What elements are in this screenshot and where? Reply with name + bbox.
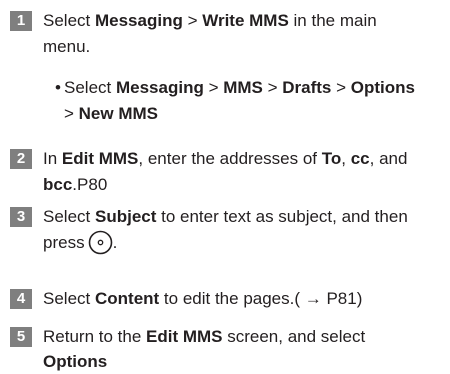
text-segment: , and bbox=[369, 149, 408, 168]
sub-text: Select Messaging > MMS > Drafts > Option… bbox=[64, 75, 444, 100]
menu-term: Drafts bbox=[282, 78, 332, 97]
step-text-line2: press . bbox=[43, 230, 443, 255]
step-text-line2: Options bbox=[43, 349, 443, 374]
menu-term: Edit MMS bbox=[61, 149, 139, 168]
text-segment: > bbox=[203, 78, 224, 97]
text-segment: in the main bbox=[288, 11, 377, 30]
text-segment: > bbox=[331, 78, 351, 97]
menu-term: Messaging bbox=[94, 11, 183, 30]
text-segment: Select bbox=[43, 11, 95, 30]
bullet-glyph: • bbox=[55, 78, 61, 97]
text-segment: to enter text as subject, and then bbox=[156, 207, 408, 226]
text-segment: Select bbox=[43, 289, 95, 308]
step-text: Select Messaging > Write MMS in the main bbox=[43, 8, 443, 33]
step-text-line2: menu. bbox=[43, 37, 91, 56]
step-text-line2: bcc.P80 bbox=[43, 172, 443, 197]
menu-term: New MMS bbox=[78, 104, 158, 123]
page-reference: .P80 bbox=[72, 175, 108, 194]
menu-term: MMS bbox=[223, 78, 263, 97]
menu-term: Options bbox=[43, 352, 108, 371]
step-number: 1 bbox=[10, 11, 32, 31]
step-number: 3 bbox=[10, 207, 32, 227]
text-segment: , bbox=[341, 149, 351, 168]
menu-term: To bbox=[321, 149, 342, 168]
text-segment: > bbox=[182, 11, 203, 30]
menu-term: Write MMS bbox=[202, 11, 289, 30]
text-segment: , enter the addresses of bbox=[138, 149, 322, 168]
text-segment: Select bbox=[64, 78, 116, 97]
menu-term: Options bbox=[350, 78, 415, 97]
text-segment: Select bbox=[43, 207, 95, 226]
menu-term: Content bbox=[94, 289, 160, 308]
text-segment: > bbox=[64, 104, 79, 123]
step-number: 2 bbox=[10, 149, 32, 169]
step-text: Select Content to edit the pages.( → P81… bbox=[43, 286, 443, 311]
text-segment: In bbox=[43, 149, 62, 168]
text-segment: press bbox=[43, 233, 85, 252]
menu-term: Subject bbox=[94, 207, 157, 226]
menu-term: bcc bbox=[43, 175, 73, 194]
step-number: 4 bbox=[10, 289, 32, 309]
menu-term: Messaging bbox=[115, 78, 204, 97]
sub-text-line2: > New MMS bbox=[64, 101, 444, 126]
text-segment: screen, and select bbox=[222, 327, 366, 346]
text-segment: Return to the bbox=[43, 327, 147, 346]
text-segment: > bbox=[262, 78, 283, 97]
step-text: Select Subject to enter text as subject,… bbox=[43, 204, 443, 229]
text-segment: . bbox=[112, 233, 118, 252]
text-segment: to edit the pages.( → P81) bbox=[159, 289, 363, 308]
menu-term: Edit MMS bbox=[146, 327, 223, 346]
step-text: In Edit MMS, enter the addresses of To , … bbox=[43, 146, 443, 171]
menu-term: cc bbox=[350, 149, 370, 168]
center-key-icon bbox=[88, 230, 112, 255]
step-text: Return to the Edit MMS screen, and selec… bbox=[43, 324, 443, 349]
step-number: 5 bbox=[10, 327, 32, 347]
